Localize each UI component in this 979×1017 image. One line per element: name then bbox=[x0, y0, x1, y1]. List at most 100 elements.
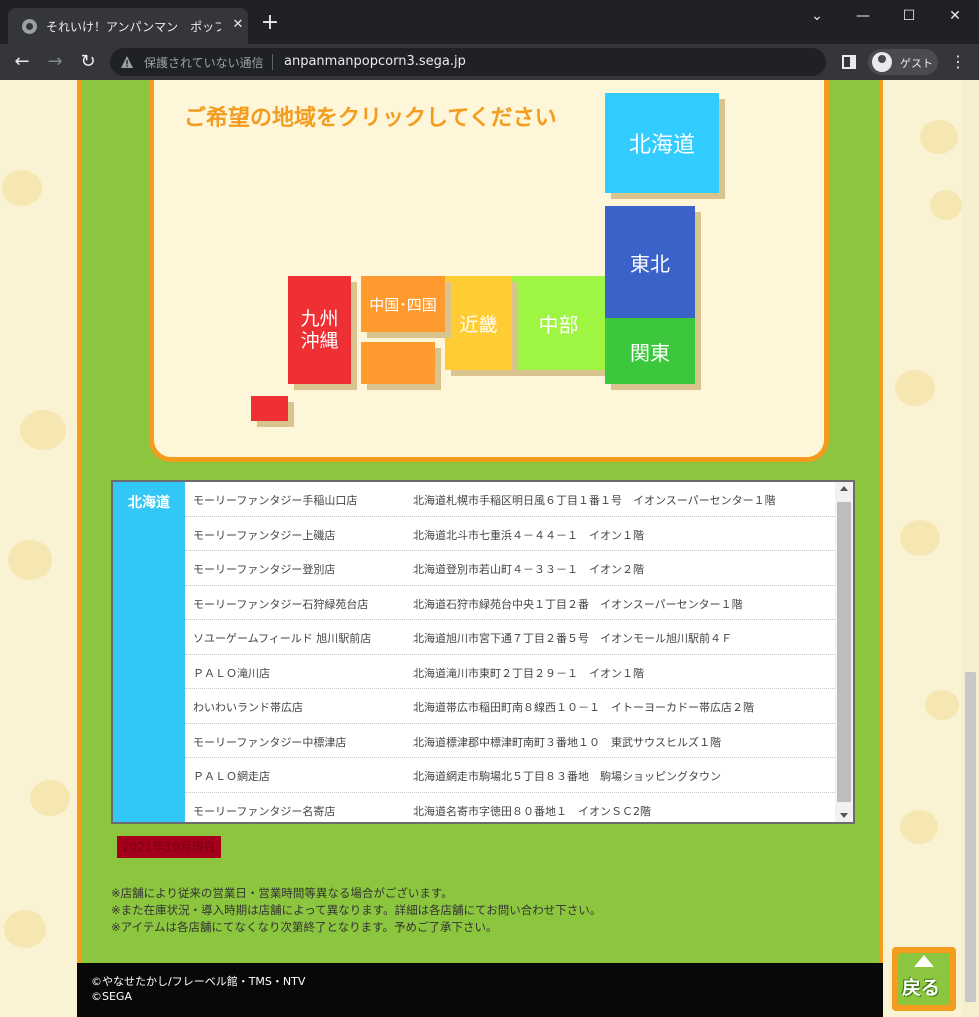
region-chugoku-shikoku-label: 中国･四国 bbox=[369, 295, 437, 314]
profile-label: ゲスト bbox=[900, 57, 933, 70]
tab-title: それいけ！アンパンマン ポップコーンこ bbox=[46, 20, 221, 34]
region-chubu-label: 中部 bbox=[538, 312, 579, 337]
scroll-thumb[interactable] bbox=[837, 502, 851, 802]
back-button-face: 戻る bbox=[898, 953, 950, 1005]
region-okinawa-island[interactable] bbox=[251, 396, 288, 421]
tab-close-icon[interactable]: ✕ bbox=[230, 17, 246, 35]
close-window-button[interactable]: ✕ bbox=[932, 4, 978, 28]
store-name: わいわいランド帯広店 bbox=[193, 701, 303, 714]
popcorn-decoration bbox=[930, 190, 962, 220]
store-address: 北海道帯広市稲田町南８線西１０－１ イトーヨーカドー帯広店２階 bbox=[413, 701, 754, 714]
store-row: わいわいランド帯広店 北海道帯広市稲田町南８線西１０－１ イトーヨーカドー帯広店… bbox=[185, 689, 835, 724]
store-row: モーリーファンタジー手稲山口店 北海道札幌市手稲区明日風６丁目１番１号 イオンス… bbox=[185, 482, 835, 517]
date-badge: 2021年10月現在 bbox=[117, 836, 221, 858]
store-name: モーリーファンタジー登別店 bbox=[193, 563, 336, 576]
store-address: 北海道登別市若山町４－３３－１ イオン２階 bbox=[413, 563, 644, 576]
store-address: 北海道網走市駒場北５丁目８３番地 駒場ショッピングタウン bbox=[413, 770, 721, 783]
store-address: 北海道石狩市緑苑台中央１丁目２番 イオンスーパーセンター１階 bbox=[413, 597, 743, 611]
store-address: 北海道北斗市七重浜４－４４－１ イオン１階 bbox=[413, 528, 644, 542]
globe-icon bbox=[22, 19, 37, 34]
tab-search-icon[interactable]: ⌄ bbox=[794, 4, 840, 28]
region-shikoku-block[interactable] bbox=[361, 342, 435, 384]
store-region-label: 北海道 bbox=[113, 482, 185, 822]
profile-button[interactable]: ゲスト bbox=[868, 49, 938, 75]
store-name: モーリーファンタジー名寄店 bbox=[193, 804, 336, 818]
popcorn-decoration bbox=[895, 370, 935, 406]
profile-avatar-icon bbox=[872, 52, 892, 72]
up-arrow-icon bbox=[914, 955, 934, 967]
notes: ※店舗により従来の営業日・営業時間等異なる場合がございます。 ※また在庫状況・導… bbox=[111, 885, 601, 936]
store-list-scrollbar[interactable] bbox=[835, 482, 853, 822]
page-viewport: ご希望の地域をクリックしてください 北海道 東北 関東 中部 近畿 中国･四国 … bbox=[0, 80, 979, 1017]
store-row: モーリーファンタジー石狩緑苑台店 北海道石狩市緑苑台中央１丁目２番 イオンスーパ… bbox=[185, 586, 835, 620]
region-tohoku-button[interactable]: 東北 bbox=[605, 206, 695, 318]
store-address: 北海道標津郡中標津町南町３番地１０ 東武サウスヒルズ１階 bbox=[413, 735, 721, 749]
forward-arrow-icon[interactable]: → bbox=[43, 50, 67, 74]
back-arrow-icon[interactable]: ← bbox=[10, 50, 34, 74]
copyright-line: ©やなせたかし/フレーベル館・TMS・NTV bbox=[91, 975, 306, 988]
popcorn-decoration bbox=[20, 410, 66, 450]
note-line: ※アイテムは各店舗にてなくなり次第終了となります。予めご了承下さい。 bbox=[111, 920, 498, 934]
address-bar[interactable]: 保護されていない通信 anpanmanpopcorn3.sega.jp bbox=[110, 48, 826, 76]
region-chubu-button[interactable]: 中部 bbox=[512, 276, 605, 370]
popcorn-decoration bbox=[30, 780, 70, 816]
region-tohoku-label: 東北 bbox=[630, 251, 670, 276]
security-label: 保護されていない通信 bbox=[144, 56, 264, 70]
scroll-up-icon[interactable] bbox=[840, 486, 848, 491]
popcorn-decoration bbox=[8, 540, 52, 580]
store-name: モーリーファンタジー手稲山口店 bbox=[193, 494, 358, 507]
popcorn-decoration bbox=[900, 520, 940, 556]
store-name: モーリーファンタジー上磯店 bbox=[193, 528, 336, 542]
browser-tab[interactable]: それいけ！アンパンマン ポップコーンこ ✕ bbox=[8, 8, 248, 44]
maximize-button[interactable]: ☐ bbox=[886, 4, 932, 28]
minimize-button[interactable]: — bbox=[840, 4, 886, 28]
region-hokkaido-label: 北海道 bbox=[628, 133, 695, 158]
region-okinawa-label: 沖縄 bbox=[300, 330, 339, 352]
store-address: 北海道滝川市東町２丁目２９－１ イオン１階 bbox=[413, 666, 644, 680]
popcorn-decoration bbox=[2, 170, 42, 206]
store-row: モーリーファンタジー登別店 北海道登別市若山町４－３３－１ イオン２階 bbox=[185, 551, 835, 586]
region-chugoku-shikoku-button[interactable]: 中国･四国 bbox=[361, 276, 445, 332]
popcorn-decoration bbox=[920, 120, 958, 154]
kebab-menu-icon[interactable]: ⋮ bbox=[950, 52, 966, 72]
side-panel-icon[interactable] bbox=[842, 55, 856, 69]
page-scrollbar[interactable] bbox=[962, 80, 979, 1017]
region-kyushu-label: 九州 bbox=[300, 308, 339, 330]
region-hokkaido-button[interactable]: 北海道 bbox=[605, 93, 719, 193]
store-row: ソユーゲームフィールド 旭川駅前店 北海道旭川市宮下通７丁目２番５号 イオンモー… bbox=[185, 620, 835, 655]
reload-icon[interactable]: ↻ bbox=[76, 50, 100, 74]
page-scroll-thumb[interactable] bbox=[965, 672, 976, 1002]
region-kyushu-okinawa-button[interactable]: 九州 沖縄 bbox=[288, 276, 351, 384]
store-list[interactable]: モーリーファンタジー手稲山口店 北海道札幌市手稲区明日風６丁目１番１号 イオンス… bbox=[185, 482, 835, 822]
popcorn-decoration bbox=[900, 810, 938, 844]
scroll-down-icon[interactable] bbox=[840, 813, 848, 818]
warning-icon[interactable] bbox=[120, 55, 134, 69]
store-address: 北海道名寄市字徳田８０番地１ イオンＳＣ2階 bbox=[413, 804, 651, 818]
note-line: ※また在庫状況・導入時期は店舗によって異なります。詳細は各店舗にてお問い合わせ下… bbox=[111, 903, 602, 917]
store-name: ＰＡＬＯ滝川店 bbox=[193, 666, 270, 680]
new-tab-button[interactable]: + bbox=[258, 12, 282, 36]
map-heading: ご希望の地域をクリックしてください bbox=[184, 106, 557, 131]
store-row: ＰＡＬＯ滝川店 北海道滝川市東町２丁目２９－１ イオン１階 bbox=[185, 655, 835, 689]
note-line: ※店舗により従来の営業日・営業時間等異なる場合がございます。 bbox=[111, 886, 453, 900]
store-row: モーリーファンタジー名寄店 北海道名寄市字徳田８０番地１ イオンＳＣ2階 bbox=[185, 793, 835, 823]
region-kinki-button[interactable]: 近畿 bbox=[445, 276, 512, 370]
popcorn-decoration bbox=[4, 910, 46, 948]
store-list-panel: 北海道 モーリーファンタジー手稲山口店 北海道札幌市手稲区明日風６丁目１番１号 … bbox=[111, 480, 855, 824]
url-text[interactable]: anpanmanpopcorn3.sega.jp bbox=[284, 54, 466, 69]
store-row: モーリーファンタジー上磯店 北海道北斗市七重浜４－４４－１ イオン１階 bbox=[185, 517, 835, 551]
store-address: 北海道旭川市宮下通７丁目２番５号 イオンモール旭川駅前４Ｆ bbox=[413, 632, 732, 645]
popcorn-decoration bbox=[925, 690, 959, 720]
tab-strip: それいけ！アンパンマン ポップコーンこ ✕ + ⌄ — ☐ ✕ bbox=[0, 0, 979, 44]
back-button-label: 戻る bbox=[902, 977, 941, 999]
footer: ©やなせたかし/フレーベル館・TMS・NTV ©SEGA bbox=[77, 963, 883, 1017]
copyright-line: ©SEGA bbox=[91, 990, 132, 1003]
store-row: モーリーファンタジー中標津店 北海道標津郡中標津町南町３番地１０ 東武サウスヒル… bbox=[185, 724, 835, 758]
store-name: モーリーファンタジー中標津店 bbox=[193, 735, 347, 749]
store-row: ＰＡＬＯ網走店 北海道網走市駒場北５丁目８３番地 駒場ショッピングタウン bbox=[185, 758, 835, 793]
url-separator bbox=[272, 54, 273, 70]
store-name: モーリーファンタジー石狩緑苑台店 bbox=[193, 597, 369, 611]
store-name: ソユーゲームフィールド 旭川駅前店 bbox=[193, 632, 372, 645]
back-button[interactable]: 戻る bbox=[892, 947, 956, 1011]
region-kanto-button[interactable]: 関東 bbox=[605, 318, 695, 384]
